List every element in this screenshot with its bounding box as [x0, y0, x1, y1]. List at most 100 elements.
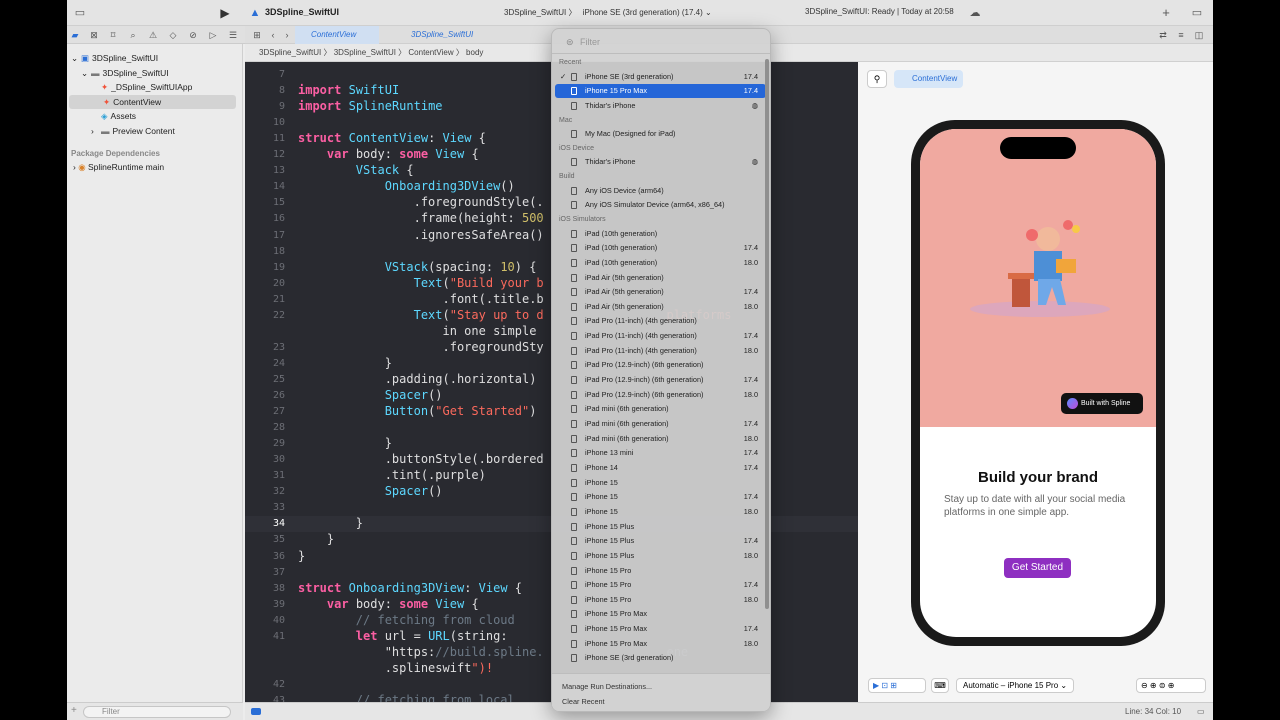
code-line[interactable]: Spacer() — [298, 484, 443, 498]
manage-run-destinations-item[interactable]: Manage Run Destinations... — [562, 682, 652, 691]
destination-item[interactable]: iPhone 15 Pro Max 18.0 — [555, 637, 766, 651]
destination-item[interactable]: iPad mini (6th generation) — [555, 402, 766, 416]
code-line[interactable]: Text("Build your b — [298, 276, 544, 290]
destination-item[interactable]: iPhone 15 Pro 18.0 — [555, 593, 766, 607]
destination-item[interactable]: iPad mini (6th generation) 18.0 — [555, 432, 766, 446]
grid-icon[interactable]: ⊞ — [249, 27, 265, 43]
code-line[interactable]: } — [298, 356, 392, 370]
destination-item[interactable]: iPad Air (5th generation) 18.0 — [555, 300, 766, 314]
navigator-item[interactable]: ⌄ ▣ 3DSpline_SwiftUI — [67, 51, 158, 65]
code-line[interactable]: .font(.title.b — [298, 292, 543, 306]
destination-item[interactable]: iPad (10th generation) — [555, 227, 766, 241]
spline-badge[interactable]: Built with Spline — [1061, 393, 1143, 414]
destination-item[interactable]: iPad Pro (11-inch) (4th generation) — [555, 314, 766, 328]
destination-item[interactable]: iPhone 15 18.0 — [555, 505, 766, 519]
run-button[interactable]: ▶ — [217, 5, 233, 21]
report-icon[interactable]: ☰ — [225, 27, 241, 43]
debug-area-toggle-icon[interactable] — [251, 708, 261, 715]
destination-item[interactable]: iPad Pro (11-inch) (4th generation) 18.0 — [555, 344, 766, 358]
destination-item[interactable]: My Mac (Designed for iPad) — [555, 127, 766, 141]
destination-item[interactable]: ✓ iPhone SE (3rd generation) 17.4 — [555, 70, 766, 84]
destination-item[interactable]: iPad Pro (12.9-inch) (6th generation) 18.… — [555, 388, 766, 402]
destination-item[interactable]: iPhone 15 17.4 — [555, 490, 766, 504]
scheme-selector[interactable]: 3DSpline_SwiftUI 〉 iPhone SE (3rd genera… — [504, 7, 712, 18]
package-item[interactable]: › ◉ SplineRuntime main — [73, 160, 164, 174]
code-line[interactable]: import SplineRuntime — [298, 99, 443, 113]
code-line[interactable]: .foregroundStyle(. — [298, 195, 544, 209]
destination-item[interactable]: Thidar's iPhone ◍ — [555, 155, 766, 169]
code-line[interactable]: import SwiftUI — [298, 83, 399, 97]
refresh-icon[interactable]: ⇄ — [1155, 27, 1171, 43]
tab-project[interactable]: 3DSpline_SwiftUI — [395, 26, 473, 44]
device-selector[interactable]: Automatic – iPhone 15 Pro ⌄ — [956, 678, 1075, 693]
pin-icon[interactable]: ⚲ — [867, 70, 887, 88]
destination-item[interactable]: iPhone 15 Pro Max 17.4 — [555, 84, 766, 99]
source-control-icon[interactable]: ⊠ — [86, 27, 102, 43]
zoom-controls[interactable]: ⊖ ⊕ ⊜ ⊕ — [1136, 678, 1206, 693]
panel-toggle-icon[interactable]: ▭ — [1197, 703, 1205, 720]
code-line[interactable]: .frame(height: 500 — [298, 211, 544, 225]
destination-item[interactable]: iPhone 15 Pro Max 17.4 — [555, 622, 766, 636]
destination-item[interactable]: iPhone 15 Pro 17.4 — [555, 578, 766, 592]
navigator-item[interactable]: › ▬ Preview Content — [67, 124, 175, 138]
add-icon[interactable]: + — [1158, 5, 1174, 21]
navigator-item[interactable]: ⌄ ▬ 3DSpline_SwiftUI — [67, 66, 169, 80]
destination-item[interactable]: iPhone SE (3rd generation) — [555, 651, 766, 665]
issue-icon[interactable]: ⚠ — [145, 27, 161, 43]
destination-item[interactable]: iPad (10th generation) 18.0 — [555, 256, 766, 270]
destination-item[interactable]: iPhone 15 — [555, 476, 766, 490]
code-line[interactable]: Button("Get Started") — [298, 404, 537, 418]
live-mode-icon[interactable]: ▶ ⊡ ⊞ — [868, 678, 926, 693]
destination-item[interactable]: Thidar's iPhone ◍ — [555, 99, 766, 113]
code-line[interactable]: .buttonStyle(.bordered — [298, 452, 544, 466]
destination-item[interactable]: iPad (10th generation) 17.4 — [555, 241, 766, 255]
get-started-button[interactable]: Get Started — [1004, 558, 1071, 578]
code-line[interactable]: // fetching from cloud — [298, 613, 515, 627]
destination-item[interactable]: iPad Pro (12.9-inch) (6th generation) 17.… — [555, 373, 766, 387]
code-line[interactable]: let url = URL(string: — [298, 629, 508, 643]
sidebar-toggle-icon[interactable]: ▭ — [72, 5, 88, 21]
destination-item[interactable]: Any iOS Device (arm64) — [555, 184, 766, 198]
breakpoint-icon[interactable]: ▷ — [205, 27, 221, 43]
destination-item[interactable]: iPhone 15 Pro Max — [555, 607, 766, 621]
clear-recent-item[interactable]: Clear Recent — [562, 697, 605, 706]
disclosure-icon[interactable]: ⌄ — [71, 51, 81, 65]
destination-item[interactable]: iPhone 15 Plus 18.0 — [555, 549, 766, 563]
code-line[interactable]: var body: some View { — [298, 147, 479, 161]
variants-icon[interactable]: ⌨ — [931, 678, 949, 693]
destination-item[interactable]: iPhone 14 17.4 — [555, 461, 766, 475]
code-line[interactable]: } — [298, 532, 334, 546]
destination-selector[interactable]: iPhone SE (3rd generation) (17.4) ⌄ — [583, 8, 712, 17]
options-icon[interactable]: ≡ — [1173, 27, 1189, 43]
navigator-item[interactable]: ✦ _DSpline_SwiftUIApp — [67, 80, 192, 94]
code-line[interactable]: .tint(.purple) — [298, 468, 486, 482]
code-line[interactable]: } — [298, 516, 363, 530]
navigator-item[interactable]: ◈ Assets — [67, 109, 136, 123]
destination-item[interactable]: iPhone 15 Pro — [555, 564, 766, 578]
folder-icon[interactable]: ▰ — [67, 27, 83, 43]
code-line[interactable]: .foregroundSty — [298, 340, 543, 354]
destination-item[interactable]: Any iOS Simulator Device (arm64, x86_64) — [555, 198, 766, 212]
code-line[interactable]: } — [298, 436, 392, 450]
destination-item[interactable]: iPhone 15 Plus — [555, 520, 766, 534]
test-icon[interactable]: ◇ — [165, 27, 181, 43]
code-line[interactable]: } — [298, 549, 305, 563]
destination-item[interactable]: iPad Pro (11-inch) (4th generation) 17.4 — [555, 329, 766, 343]
inspector-toggle-icon[interactable]: ▭ — [1189, 5, 1205, 21]
code-line[interactable]: struct ContentView: View { — [298, 131, 486, 145]
preview-chip[interactable]: ContentView — [894, 70, 964, 88]
destination-item[interactable]: iPhone 13 mini 17.4 — [555, 446, 766, 460]
code-line[interactable]: VStack(spacing: 10) { — [298, 260, 537, 274]
debug-icon[interactable]: ⊘ — [185, 27, 201, 43]
bookmark-icon[interactable]: ⌑ — [105, 27, 121, 43]
code-line[interactable]: // fetching from local — [298, 693, 515, 702]
code-line[interactable]: Onboarding3DView() — [298, 179, 515, 193]
destination-item[interactable]: iPad mini (6th generation) 17.4 — [555, 417, 766, 431]
code-line[interactable]: .splineswift")! — [298, 661, 493, 675]
scrollbar[interactable] — [765, 59, 769, 609]
destination-filter-input[interactable]: ⊜ Filter — [566, 35, 756, 49]
search-icon[interactable]: ⌕ — [125, 27, 141, 43]
add-file-icon[interactable]: + — [71, 705, 77, 716]
forward-icon[interactable]: › — [279, 27, 295, 43]
destination-item[interactable]: iPad Pro (12.9-inch) (6th generation) — [555, 358, 766, 372]
